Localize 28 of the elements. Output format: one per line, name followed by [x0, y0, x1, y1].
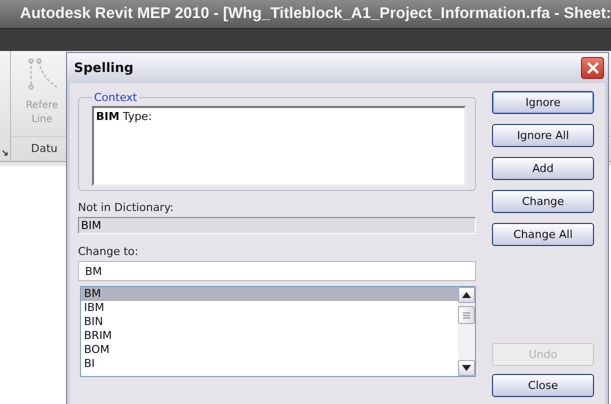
change-to-field[interactable]: BM: [78, 261, 476, 281]
dialog-button[interactable]: Change: [492, 190, 594, 213]
dialog-title: Spelling: [74, 60, 134, 76]
scroll-up-icon[interactable]: [458, 287, 475, 303]
suggestion-item[interactable]: BI: [81, 357, 458, 371]
dialog-button[interactable]: Close: [492, 374, 594, 397]
dialog-button[interactable]: Ignore: [492, 91, 594, 114]
field-label: Change to:: [78, 245, 140, 258]
field-label: Not in Dictionary:: [78, 201, 175, 214]
scroll-thumb[interactable]: [458, 306, 475, 324]
window-title: Autodesk Revit MEP 2010 - [Whg_Titleblock_A1_Project_Information.rfa - Sheet:: [20, 5, 611, 23]
suggestion-item[interactable]: BOM: [81, 343, 458, 357]
dialog-button[interactable]: Ignore All: [492, 124, 594, 147]
close-icon: [586, 61, 600, 75]
scroll-down-icon[interactable]: [458, 360, 475, 376]
dialog-button[interactable]: Add: [492, 157, 594, 180]
suggestion-item[interactable]: IBM: [81, 301, 458, 315]
not-in-dictionary-field: BIM: [78, 217, 476, 234]
scrollbar[interactable]: [458, 287, 475, 376]
suggestion-item[interactable]: BRIM: [81, 329, 458, 343]
context-text-box[interactable]: BIM Type:: [92, 106, 466, 186]
group-label: Context: [93, 91, 138, 104]
suggestion-item[interactable]: BIN: [81, 315, 458, 329]
dialog-button[interactable]: Change All: [492, 223, 594, 246]
close-button[interactable]: [581, 57, 604, 79]
dialog-launcher-icon[interactable]: [2, 150, 8, 156]
context-text: BIM Type:: [96, 110, 152, 123]
suggestion-item[interactable]: BM: [81, 287, 458, 301]
